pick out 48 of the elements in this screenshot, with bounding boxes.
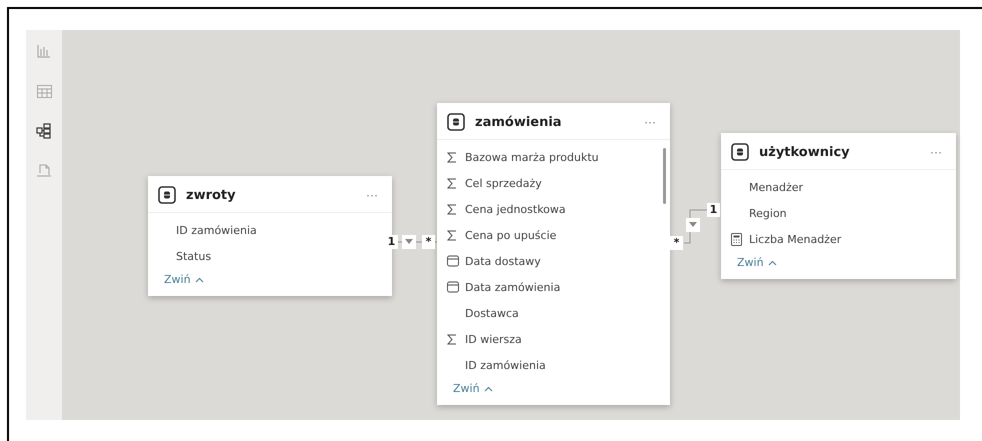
more-options-button[interactable]: ··· <box>930 145 942 159</box>
field-item[interactable]: Cel sprzedaży <box>437 170 670 196</box>
calendar-icon <box>447 281 459 293</box>
sigma-icon <box>447 334 457 344</box>
field-item[interactable]: Cena jednostkowa <box>437 196 670 222</box>
field-item[interactable]: Liczba Menadżer <box>721 226 956 252</box>
cardinality-label: 1 <box>707 203 720 217</box>
more-options-button[interactable]: ··· <box>644 115 656 129</box>
field-item[interactable]: Data zamówienia <box>437 274 670 300</box>
field-item[interactable]: Menadżer <box>721 174 956 200</box>
table-title: użytkownicy <box>759 144 851 160</box>
field-item[interactable]: Data dostawy <box>437 248 670 274</box>
sigma-icon <box>447 204 457 214</box>
bar-chart-icon <box>37 44 51 58</box>
field-item[interactable]: Region <box>721 200 956 226</box>
filter-direction-icon <box>402 235 416 249</box>
cardinality-label: * <box>422 235 435 249</box>
more-options-button[interactable]: ··· <box>366 188 378 202</box>
table-icon <box>158 186 176 204</box>
collapse-link[interactable]: Zwiń <box>721 254 777 279</box>
collapse-link[interactable]: Zwiń <box>148 271 204 296</box>
table-title: zwroty <box>186 188 237 202</box>
table-card[interactable]: użytkownicy ··· Menadżer Region Liczba Menadżer Zwiń <box>721 133 956 279</box>
table-icon <box>731 143 749 161</box>
filter-direction-icon <box>686 218 700 232</box>
model-diagram-icon <box>36 123 52 139</box>
cardinality-label: * <box>670 236 683 250</box>
chevron-up-icon <box>194 276 204 282</box>
chevron-up-icon <box>484 386 493 392</box>
scrollbar-thumb[interactable] <box>663 148 666 204</box>
field-item[interactable]: Bazowa marża produktu <box>437 144 670 170</box>
table-icon <box>447 113 465 131</box>
relationship-line <box>684 210 708 244</box>
sigma-icon <box>447 178 457 188</box>
field-item[interactable]: ID wiersza <box>437 326 670 352</box>
field-item[interactable]: Cena po upuście <box>437 222 670 248</box>
sigma-icon <box>447 230 457 240</box>
table-card[interactable]: zamówienia ··· Bazowa marża produktu Cel sprzedaży Cena jednostkowa Cena po upuście Data dostawy Data zamówienia Dostawca ID wiersza ID zamówienia Zwiń <box>437 103 670 405</box>
calendar-icon <box>447 255 459 267</box>
document-icon <box>36 163 52 179</box>
table-title: zamówienia <box>475 114 563 130</box>
chevron-up-icon <box>768 260 777 266</box>
table-grid-icon <box>36 84 52 98</box>
calculator-icon <box>731 232 742 246</box>
collapse-link[interactable]: Zwiń <box>437 380 493 405</box>
field-item[interactable]: Dostawca <box>437 300 670 326</box>
sigma-icon <box>447 152 457 162</box>
field-item[interactable]: ID zamówienia <box>437 352 670 378</box>
